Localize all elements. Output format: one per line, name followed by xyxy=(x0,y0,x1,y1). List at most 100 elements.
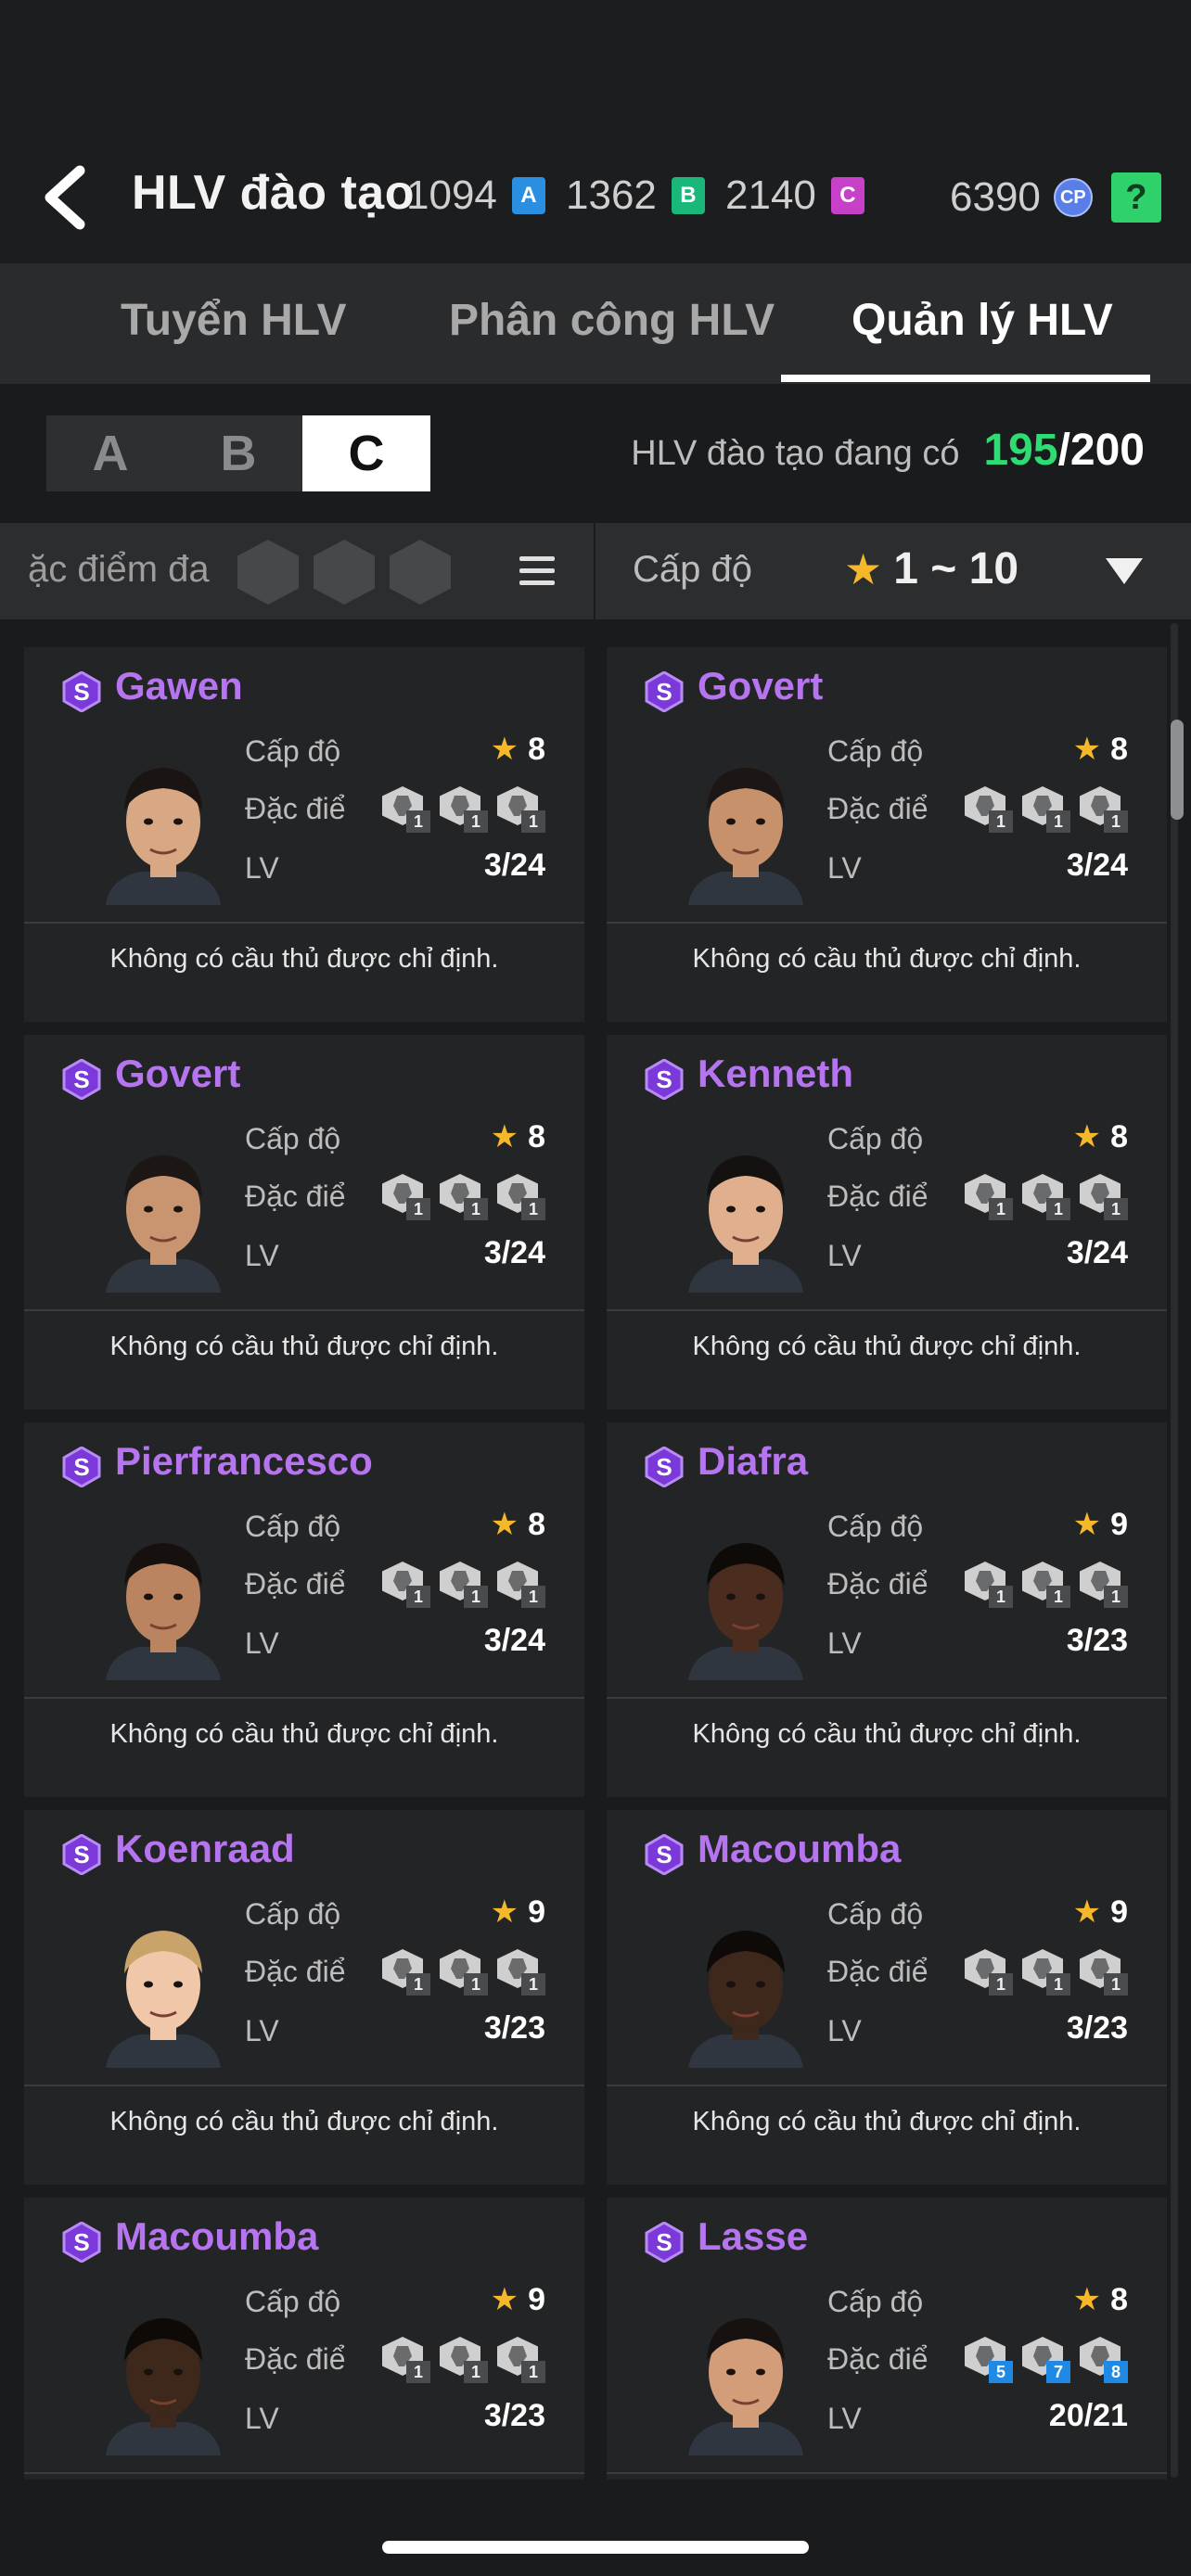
trait-icon[interactable]: 1 xyxy=(1080,1174,1128,1220)
s-rank-badge-icon: S xyxy=(62,1447,101,1487)
level-filter-value[interactable]: ★ 1 ~ 10 xyxy=(844,543,1018,594)
trait-level: 1 xyxy=(406,1586,430,1608)
coach-level: ★ 9 xyxy=(491,1894,545,1931)
trait-icon[interactable]: 1 xyxy=(965,1949,1013,1996)
coach-card[interactable]: S Diafra Cấp độ ★9 Đặc điểm 1 1 xyxy=(607,1422,1167,1797)
trait-list: 1 1 1 xyxy=(955,1949,1128,1996)
trait-icon[interactable]: 5 xyxy=(965,2337,1013,2383)
coach-card[interactable]: S Govert Cấp độ ★8 Đặc điểm 1 1 xyxy=(24,1035,584,1409)
trait-icon[interactable]: 1 xyxy=(965,1562,1013,1608)
grade-a-button[interactable]: A xyxy=(46,415,174,491)
trait-slot-icon[interactable] xyxy=(237,540,299,605)
chevron-down-icon[interactable] xyxy=(1106,558,1143,584)
trait-slot-icon[interactable] xyxy=(314,540,375,605)
trait-icon[interactable]: 1 xyxy=(497,2337,545,2383)
trait-list: 1 1 1 xyxy=(373,786,545,833)
trait-icon[interactable]: 1 xyxy=(1022,1949,1070,1996)
trait-level: 1 xyxy=(521,1198,545,1220)
grade-c-button[interactable]: C xyxy=(302,415,430,491)
trait-icon[interactable]: 1 xyxy=(1022,1562,1070,1608)
trait-icon[interactable]: 1 xyxy=(382,1562,430,1608)
s-rank-badge-icon: S xyxy=(62,1834,101,1875)
coach-level-value: 8 xyxy=(528,1507,545,1542)
level-label: Cấp độ xyxy=(827,2285,924,2318)
coach-card[interactable]: S Govert Cấp độ ★8 Đặc điểm 1 1 xyxy=(607,647,1167,1022)
coach-card[interactable]: S Kenneth Cấp độ ★8 Đặc điểm 1 1 xyxy=(607,1035,1167,1409)
svg-text:S: S xyxy=(73,1841,89,1868)
scrollbar-thumb[interactable] xyxy=(1171,720,1184,820)
trait-icon[interactable]: 1 xyxy=(1080,786,1128,833)
tab-recruit-coach[interactable]: Tuyển HLV xyxy=(121,295,347,346)
trait-icon[interactable]: 1 xyxy=(1022,1174,1070,1220)
coach-card[interactable]: S Pierfrancesco Cấp độ ★8 Đặc điểm 1 1 xyxy=(24,1422,584,1797)
trait-icon[interactable]: 1 xyxy=(440,1562,488,1608)
trait-level: 1 xyxy=(464,1586,488,1608)
star-icon: ★ xyxy=(844,544,883,593)
trait-level: 1 xyxy=(989,1973,1013,1996)
level-label: Cấp độ xyxy=(827,1897,924,1931)
assigned-player-text: Không có cầu thủ được chỉ định. xyxy=(692,1332,1082,1361)
tab-bar: Tuyển HLV Phân công HLV Quản lý HLV xyxy=(0,263,1191,384)
trait-icon[interactable]: 1 xyxy=(1022,786,1070,833)
lv-label: LV xyxy=(827,2014,862,2047)
coach-avatar xyxy=(688,768,803,905)
coach-list[interactable]: S Gawen Cấp độ ★8 Đặc điểm 1 1 xyxy=(0,619,1191,2480)
trait-icon[interactable]: 1 xyxy=(382,786,430,833)
coach-name: Kenneth xyxy=(698,1052,853,1095)
trait-slot-icon[interactable] xyxy=(390,540,451,605)
trait-icon[interactable]: 1 xyxy=(1080,1949,1128,1996)
trait-icon[interactable]: 1 xyxy=(440,1949,488,1996)
grade-b-button[interactable]: B xyxy=(174,415,302,491)
tab-assign-coach[interactable]: Phân công HLV xyxy=(449,295,775,346)
menu-icon[interactable] xyxy=(519,556,555,588)
tab-manage-coach[interactable]: Quản lý HLV xyxy=(852,295,1113,346)
owned-number: 195 xyxy=(983,426,1058,475)
coach-card[interactable]: S Macoumba Cấp độ ★9 Đặc điểm 1 1 xyxy=(24,2198,584,2480)
trait-level: 1 xyxy=(464,810,488,833)
trait-level: 1 xyxy=(521,2361,545,2383)
trait-icon[interactable]: 1 xyxy=(497,786,545,833)
trait-icon[interactable]: 1 xyxy=(382,1174,430,1220)
trait-filter[interactable]: ặc điểm đa xyxy=(0,523,594,619)
trait-icon[interactable]: 1 xyxy=(497,1562,545,1608)
star-icon: ★ xyxy=(1072,2282,1102,2317)
coach-card[interactable]: S Macoumba Cấp độ ★9 Đặc điểm 1 1 xyxy=(607,1810,1167,2185)
assigned-player-text: Không có cầu thủ được chỉ định. xyxy=(109,944,499,974)
trait-label: Đặc điểm xyxy=(245,792,347,825)
trait-icon[interactable]: 1 xyxy=(1080,1562,1128,1608)
trait-icon[interactable]: 1 xyxy=(497,1174,545,1220)
trait-icon[interactable]: 8 xyxy=(1080,2337,1128,2383)
help-icon[interactable]: ? xyxy=(1110,172,1161,223)
s-rank-badge-icon: S xyxy=(645,2222,684,2263)
assigned-player-text: Không có cầu thủ được chỉ định. xyxy=(692,944,1082,974)
cp-coin-icon: CP xyxy=(1053,178,1093,217)
trait-icon[interactable]: 1 xyxy=(440,786,488,833)
assigned-player-text: Không có cầu thủ được chỉ định. xyxy=(109,2107,499,2136)
trait-icon[interactable]: 1 xyxy=(440,2337,488,2383)
star-icon: ★ xyxy=(1072,1119,1102,1154)
back-arrow-icon[interactable] xyxy=(39,165,91,230)
trait-icon[interactable]: 7 xyxy=(1022,2337,1070,2383)
coach-card[interactable]: S Koenraad Cấp độ ★9 Đặc điểm 1 1 xyxy=(24,1810,584,2185)
trait-icon[interactable]: 1 xyxy=(965,1174,1013,1220)
level-label: Cấp độ xyxy=(827,1122,924,1155)
trait-icon[interactable]: 1 xyxy=(440,1174,488,1220)
home-indicator[interactable] xyxy=(382,2541,809,2554)
filter-divider xyxy=(594,523,596,619)
trait-level: 7 xyxy=(1046,2361,1070,2383)
trait-level: 1 xyxy=(406,810,430,833)
s-rank-badge-icon: S xyxy=(645,1059,684,1100)
card-divider xyxy=(24,2085,584,2086)
coach-card[interactable]: S Gawen Cấp độ ★8 Đặc điểm 1 1 xyxy=(24,647,584,1022)
lv-label: LV xyxy=(245,851,279,885)
assigned-player-text: Không có cầu thủ được chỉ định. xyxy=(692,1719,1082,1749)
trait-list: 1 1 1 xyxy=(955,786,1128,833)
trait-icon[interactable]: 1 xyxy=(382,1949,430,1996)
trait-icon[interactable]: 1 xyxy=(497,1949,545,1996)
trait-icon[interactable]: 1 xyxy=(382,2337,430,2383)
coach-card[interactable]: S Lasse Cấp độ ★8 Đặc điểm 5 7 xyxy=(607,2198,1167,2480)
top-bar: HLV đào tạo 1094 A 1362 B 2140 C 6390 CP… xyxy=(0,0,1191,263)
level-label: Cấp độ xyxy=(827,1510,924,1543)
trait-icon[interactable]: 1 xyxy=(965,786,1013,833)
s-rank-badge-icon: S xyxy=(645,1447,684,1487)
